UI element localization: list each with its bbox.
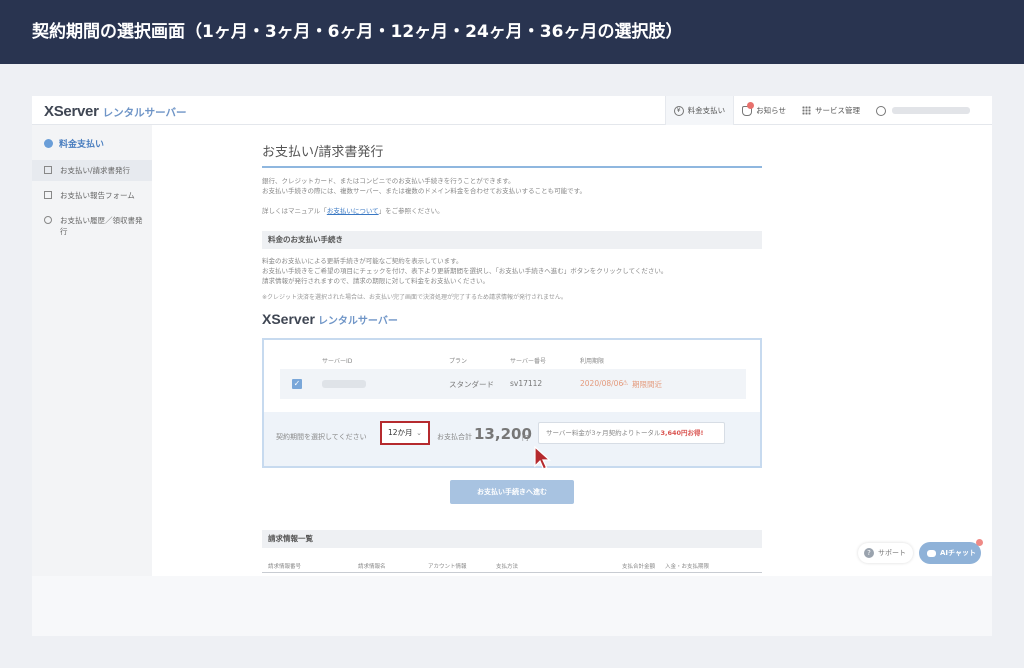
row-server-no: sv17112 — [510, 379, 543, 388]
col-plan: プラン — [449, 358, 468, 365]
product-logo: XServer レンタルサーバー — [262, 311, 398, 327]
sidebar-item-label: お支払い/請求書発行 — [60, 166, 131, 175]
sidebar-item-payment-invoice[interactable]: お支払い/請求書発行 — [32, 160, 152, 181]
nav-billing-label: 料金支払い — [687, 106, 726, 115]
inv-col-account: アカウント情報 — [428, 564, 467, 570]
col-server-id: サーバーID — [322, 358, 353, 365]
header-nav: ¥ 料金支払い お知らせ サービス管理 — [664, 96, 978, 125]
table-row[interactable]: ✓ スタンダード sv17112 2020/08/06 ⚠ 期限間近 — [280, 369, 746, 399]
procedure-line-3: 請求情報が発行されますので、請求の期限に対して料金をお支払いください。 — [262, 277, 490, 285]
nav-billing[interactable]: ¥ 料金支払い — [664, 96, 735, 125]
intro-text: 銀行、クレジットカード、またはコンビニでのお支払い手続きを行うことができます。 … — [262, 176, 762, 196]
contract-panel: サーバーID プラン サーバー番号 利用期限 ✓ スタンダード sv17112 … — [262, 338, 762, 468]
clock-icon — [44, 216, 52, 224]
total-unit: 円 — [522, 434, 529, 442]
inv-col-number: 請求情報番号 — [268, 564, 302, 570]
procedure-text: 料金のお支払いによる更新手続きが可能なご契約を表示しています。 お支払い手続きを… — [262, 256, 762, 286]
period-selection-bar: 契約期間を選択してください 12か月 ⌄ お支払合計 13,200 円 サーバー… — [264, 412, 760, 466]
chevron-circle-icon — [44, 139, 53, 148]
sidebar-section-label: 料金支払い — [59, 140, 105, 150]
nav-news[interactable]: お知らせ — [734, 96, 794, 125]
invoice-table-header: 請求情報番号 請求情報名 アカウント情報 支払方法 支払合計金額 入金・お支払期… — [262, 561, 762, 573]
nav-services-label: サービス管理 — [815, 106, 860, 115]
top-navigation-bar: XServer レンタルサーバー ¥ 料金支払い お知らせ サービス管理 — [32, 96, 992, 125]
lower-area — [32, 576, 992, 636]
nav-account[interactable] — [868, 96, 978, 125]
yen-icon: ¥ — [673, 105, 684, 116]
card-icon — [44, 166, 52, 174]
intro-line-1: 銀行、クレジットカード、またはコンビニでのお支払い手続きを行うことができます。 — [262, 177, 515, 185]
grid-icon — [802, 106, 811, 115]
support-label: サポート — [878, 549, 906, 557]
notification-badge — [747, 101, 755, 109]
ai-chat-notification-dot — [976, 539, 983, 546]
savings-highlight: 3,640円お得! — [660, 429, 704, 437]
col-server-no: サーバー番号 — [510, 358, 546, 365]
page-banner: 契約期間の選択画面（1ヶ月・3ヶ月・6ヶ月・12ヶ月・24ヶ月・36ヶ月の選択肢… — [0, 0, 1024, 64]
support-button[interactable]: ? サポート — [858, 543, 913, 563]
row-plan: スタンダード — [449, 380, 494, 389]
logo-main: XServer — [44, 103, 99, 120]
manual-prefix: 詳しくはマニュアル「 — [262, 207, 327, 215]
chat-bubble-icon — [927, 549, 936, 557]
total-label: お支払合計 — [437, 433, 472, 441]
mouse-cursor-icon — [534, 446, 552, 470]
manual-reference: 詳しくはマニュアル「お支払いについて」をご参照ください。 — [262, 206, 762, 216]
intro-line-2: お支払い手続きの際には、複数サーバー、または複数のドメイン料金を合わせてお支払い… — [262, 187, 587, 195]
server-id-blurred — [322, 380, 366, 388]
bell-icon — [742, 101, 755, 116]
page-title: お支払い/請求書発行 — [262, 141, 762, 168]
app-window: XServer レンタルサーバー ¥ 料金支払い お知らせ サービス管理 料金支払… — [32, 96, 992, 636]
account-name-blurred — [892, 107, 970, 114]
sidebar-item-payment-history[interactable]: お支払い履歴／領収書発行 — [32, 210, 152, 242]
ai-chat-label: AIチャット — [940, 549, 976, 557]
nav-news-label: お知らせ — [756, 106, 786, 115]
row-status: 期限間近 — [632, 380, 662, 389]
inv-col-method: 支払方法 — [496, 564, 519, 570]
manual-link[interactable]: お支払いについて — [327, 207, 379, 215]
xserver-logo[interactable]: XServer レンタルサーバー — [44, 103, 187, 120]
savings-notice: サーバー料金が3ヶ月契約よりトータル3,640円お得! — [538, 422, 725, 444]
inv-col-amount: 支払合計金額 — [622, 564, 656, 570]
savings-text: サーバー料金が3ヶ月契約よりトータル — [546, 429, 661, 437]
period-selected-value: 12か月 — [388, 428, 413, 437]
form-icon — [44, 191, 52, 199]
logo-sub: レンタルサーバー — [102, 107, 187, 119]
warning-icon: ⚠ — [622, 379, 629, 387]
product-logo-main: XServer — [262, 311, 315, 327]
period-label: 契約期間を選択してください — [276, 433, 367, 441]
procedure-line-2: お支払い手続きをご希望の項目にチェックを付け、表下より更新期間を選択し、「お支払… — [262, 267, 668, 275]
invoice-heading: 請求情報一覧 — [262, 530, 762, 548]
credit-note: ※クレジット決済を選択された場合は、お支払い完了画面で決済処理が完了するため請求… — [262, 294, 567, 301]
proceed-payment-button[interactable]: お支払い手続きへ進む — [450, 480, 574, 504]
ai-chat-button[interactable]: AIチャット — [919, 542, 981, 564]
sidebar-item-payment-report[interactable]: お支払い報告フォーム — [32, 185, 152, 206]
contract-period-select[interactable]: 12か月 ⌄ — [380, 421, 430, 445]
manual-suffix: 」をご参照ください。 — [378, 207, 444, 215]
chevron-down-icon: ⌄ — [416, 429, 422, 437]
procedure-line-1: 料金のお支払いによる更新手続きが可能なご契約を表示しています。 — [262, 257, 463, 265]
sidebar-section-billing[interactable]: 料金支払い — [32, 125, 152, 150]
sidebar-item-label: お支払い報告フォーム — [60, 191, 135, 200]
procedure-heading: 料金のお支払い手続き — [262, 231, 762, 249]
nav-services[interactable]: サービス管理 — [794, 96, 868, 125]
col-expiry: 利用期限 — [580, 358, 605, 365]
inv-col-deposit: 入金・お支払期限 — [665, 564, 710, 570]
row-checkbox[interactable]: ✓ — [292, 379, 302, 389]
row-expiry: 2020/08/06 — [580, 379, 624, 388]
product-logo-sub: レンタルサーバー — [317, 316, 398, 327]
sidebar: 料金支払い お支払い/請求書発行 お支払い報告フォーム お支払い履歴／領収書発行 — [32, 125, 152, 636]
inv-col-name: 請求情報名 — [358, 564, 386, 570]
question-icon: ? — [864, 548, 874, 558]
sidebar-item-label: お支払い履歴／領収書発行 — [60, 216, 143, 236]
user-icon — [876, 105, 886, 116]
